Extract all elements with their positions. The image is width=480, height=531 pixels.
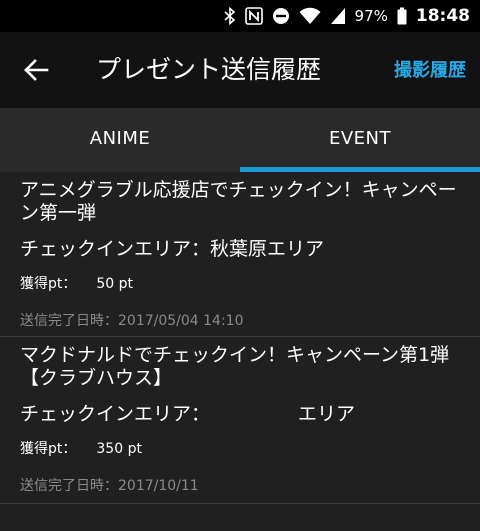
cell-signal-icon bbox=[330, 7, 346, 25]
points-value: 50 pt bbox=[96, 276, 134, 292]
tab-anime[interactable]: ANIME bbox=[0, 108, 240, 172]
battery-icon bbox=[397, 7, 407, 25]
nfc-icon bbox=[244, 7, 263, 25]
photo-history-link[interactable]: 撮影履歴 bbox=[394, 59, 466, 83]
clock: 18:48 bbox=[415, 6, 470, 26]
area-name: エリア bbox=[298, 403, 356, 425]
status-bar: 97% 18:48 bbox=[0, 0, 480, 32]
bluetooth-icon bbox=[223, 7, 236, 25]
arrow-left-icon bbox=[24, 59, 49, 81]
battery-percent: 97% bbox=[354, 7, 388, 25]
item-area: チェックインエリア： エリア bbox=[20, 402, 460, 426]
item-points: 獲得pt： 350 pt bbox=[20, 439, 460, 459]
app-bar: プレゼント送信履歴 撮影履歴 bbox=[0, 32, 480, 108]
back-button[interactable] bbox=[22, 56, 50, 84]
list-item[interactable]: マクドナルドでチェックイン！キャンペーン第1弾【クラブハウス】 チェックインエリ… bbox=[0, 337, 480, 504]
tab-event[interactable]: EVENT bbox=[240, 108, 480, 172]
page-title: プレゼント送信履歴 bbox=[96, 55, 322, 84]
sent-date: 送信完了日時：2017/05/04 14:10 bbox=[20, 313, 244, 329]
area-label: チェックインエリア： bbox=[20, 238, 211, 260]
area-name: 秋葉原エリア bbox=[210, 238, 325, 260]
present-history-list: アニメグラブル応援店でチェックイン！キャンペーン第一弾 チェックインエリア： 秋… bbox=[0, 172, 480, 504]
item-points: 獲得pt： 50 pt bbox=[20, 274, 460, 294]
do-not-disturb-icon bbox=[272, 7, 290, 25]
list-item[interactable]: アニメグラブル応援店でチェックイン！キャンペーン第一弾 チェックインエリア： 秋… bbox=[0, 172, 480, 337]
item-title: マクドナルドでチェックイン！キャンペーン第1弾【クラブハウス】 bbox=[20, 344, 450, 389]
area-label: チェックインエリア： bbox=[20, 403, 211, 425]
item-area: チェックインエリア： 秋葉原エリア bbox=[20, 237, 460, 261]
points-label: 獲得pt： bbox=[20, 441, 77, 457]
item-title: アニメグラブル応援店でチェックイン！キャンペーン第一弾 bbox=[20, 179, 457, 224]
wifi-icon bbox=[299, 7, 321, 25]
points-label: 獲得pt： bbox=[20, 276, 77, 292]
sent-date: 送信完了日時：2017/10/11 bbox=[20, 478, 199, 494]
tab-bar: ANIME EVENT bbox=[0, 108, 480, 172]
points-value: 350 pt bbox=[96, 441, 142, 457]
